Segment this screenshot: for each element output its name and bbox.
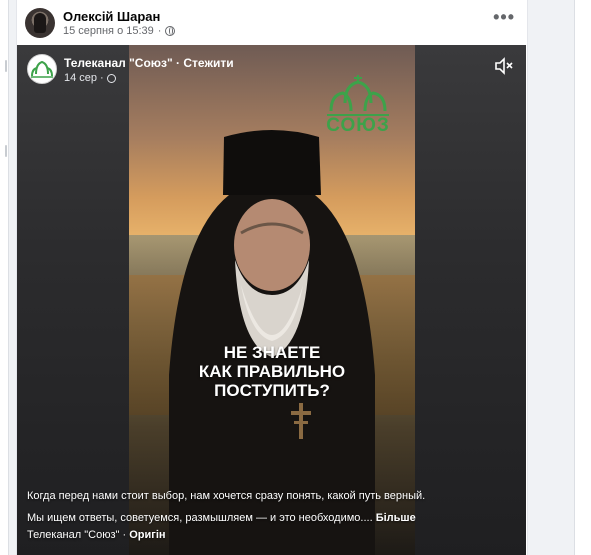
speaker-muted-icon xyxy=(495,57,513,75)
follow-button[interactable]: Стежити xyxy=(183,56,233,70)
audio-source: Телеканал "Союз" xyxy=(27,529,120,541)
mute-button[interactable] xyxy=(494,57,514,75)
reel-poster-image: СОЮЗ НЕ ЗНАЕТЕ КАК ПРАВИЛЬНО ПОСТУПИТЬ? xyxy=(129,45,415,555)
globe-icon xyxy=(106,73,116,83)
sidebar-handle xyxy=(5,145,7,157)
caption-line-2-row: Мы ищем ответы, советуемся, размышляем —… xyxy=(27,507,507,529)
headline-line-2: КАК ПРАВИЛЬНО xyxy=(198,362,346,381)
post-timestamp[interactable]: 15 серпня о 15:39 xyxy=(63,25,154,37)
meta-separator: · xyxy=(157,25,162,37)
page-name[interactable]: Телеканал "Союз" xyxy=(64,56,173,70)
soyuz-page-logo-icon xyxy=(31,60,53,78)
reel-caption: Когда перед нами стоит выбор, нам хочетс… xyxy=(27,485,507,529)
page-name-row: Телеканал "Союз" · Стежити xyxy=(64,56,234,70)
reel-date-row: 14 сер · xyxy=(64,72,116,84)
reel-date[interactable]: 14 сер xyxy=(64,72,97,84)
headline-line-3: ПОСТУПИТЬ? xyxy=(214,381,330,400)
post-card: Олексій Шаран 15 серпня о 15:39 · ••• СО… xyxy=(16,0,528,555)
soyuz-logo-text: СОЮЗ xyxy=(326,115,390,136)
more-options-button[interactable]: ••• xyxy=(493,8,515,26)
audio-label: Оригін xyxy=(129,529,166,541)
date-separator: · xyxy=(100,72,104,84)
reel-headline: НЕ ЗНАЕТЕ КАК ПРАВИЛЬНО ПОСТУПИТЬ? xyxy=(129,343,415,400)
caption-line-1: Когда перед нами стоит выбор, нам хочетс… xyxy=(27,490,426,502)
audio-attribution[interactable]: Телеканал "Союз" · Оригін xyxy=(27,529,166,541)
post-meta: 15 серпня о 15:39 · xyxy=(63,25,176,37)
name-separator: · xyxy=(176,56,181,70)
page-avatar[interactable] xyxy=(27,54,57,84)
see-more-link[interactable]: Більше xyxy=(376,512,416,524)
globe-icon xyxy=(165,26,176,36)
right-panel-edge xyxy=(574,0,591,555)
headline-line-1: НЕ ЗНАЕТЕ xyxy=(223,343,321,362)
audio-separator: · xyxy=(122,529,127,541)
post-header: Олексій Шаран 15 серпня о 15:39 · ••• xyxy=(25,8,519,42)
author-name[interactable]: Олексій Шаран xyxy=(63,9,160,24)
sidebar-handle xyxy=(5,60,7,72)
reel-header: Телеканал "Союз" · Стежити 14 сер · xyxy=(27,54,516,88)
left-sidebar-edge xyxy=(0,0,9,555)
caption-line-2: Мы ищем ответы, советуемся, размышляем —… xyxy=(27,512,373,524)
author-avatar[interactable] xyxy=(25,8,55,38)
reel-video[interactable]: СОЮЗ НЕ ЗНАЕТЕ КАК ПРАВИЛЬНО ПОСТУПИТЬ? … xyxy=(17,45,526,555)
